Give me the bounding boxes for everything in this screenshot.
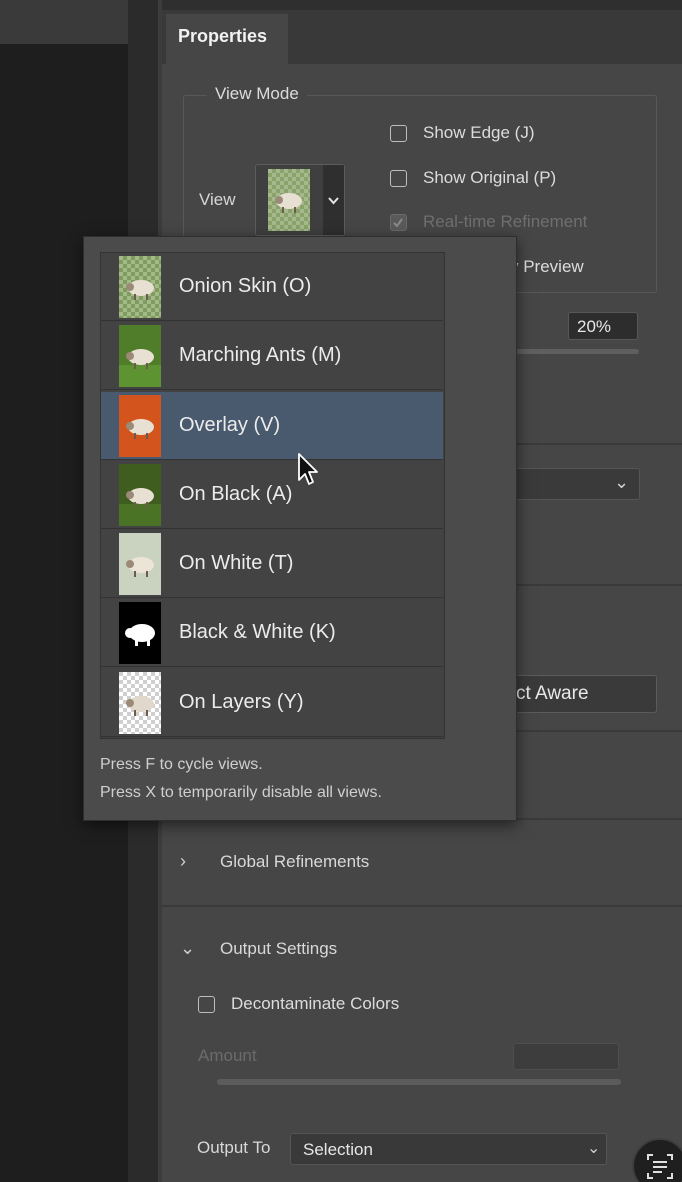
amount-label: Amount (198, 1046, 257, 1065)
realtime-refinement-label: Real-time Refinement (423, 212, 588, 231)
sheep-thumbnail-icon (268, 169, 310, 231)
amount-field (513, 1043, 619, 1070)
view-option-overlay[interactable]: Overlay (V) (101, 392, 443, 460)
view-option-on-white[interactable]: On White (T) (101, 530, 443, 598)
chevron-down-icon: ⌄ (587, 1140, 601, 1157)
overlay-thumbnail-icon (119, 394, 161, 457)
show-original-checkbox[interactable] (390, 169, 407, 187)
checkmark-icon (393, 217, 403, 228)
decontaminate-colors-checkbox[interactable] (198, 995, 215, 1013)
on-white-thumbnail-icon (119, 532, 161, 595)
show-edge-checkbox[interactable] (390, 124, 407, 142)
show-edge-label: Show Edge (J) (423, 123, 535, 142)
on-layers-thumbnail-icon (119, 671, 161, 734)
view-option-onion-skin[interactable]: Onion Skin (O) (101, 253, 443, 321)
view-option-label: Onion Skin (O) (179, 275, 312, 297)
view-label: View (199, 190, 236, 209)
view-option-marching-ants[interactable]: Marching Ants (M) (101, 322, 443, 390)
view-option-label: Marching Ants (M) (179, 344, 342, 366)
scan-text-icon (647, 1154, 673, 1179)
decontaminate-colors-label: Decontaminate Colors (231, 994, 400, 1013)
marching-ants-thumbnail-icon (119, 324, 161, 387)
scan-text-button[interactable] (632, 1138, 682, 1182)
decontaminate-colors-option[interactable]: Decontaminate Colors (198, 994, 399, 1014)
popup-hint-disable: Press X to temporarily disable all views… (100, 784, 382, 801)
mouse-cursor-icon (298, 453, 318, 485)
show-edge-option[interactable]: Show Edge (J) (390, 123, 535, 143)
transparency-slider[interactable] (515, 349, 639, 354)
show-original-option[interactable]: Show Original (P) (390, 168, 556, 188)
tab-properties[interactable]: Properties (166, 14, 288, 64)
output-to-select[interactable]: Selection (290, 1133, 607, 1165)
view-option-on-layers[interactable]: On Layers (Y) (101, 669, 443, 737)
view-option-black-and-white[interactable]: Black & White (K) (101, 599, 443, 667)
output-to-label: Output To (197, 1138, 271, 1157)
view-option-label: On White (T) (179, 552, 294, 574)
global-refinements-label: Global Refinements (220, 851, 370, 871)
high-quality-preview-label: y Preview (510, 257, 584, 276)
view-option-label: Black & White (K) (179, 621, 336, 643)
amount-slider (217, 1079, 621, 1085)
output-settings-label: Output Settings (220, 938, 338, 958)
chevron-down-icon (328, 197, 339, 205)
show-original-label: Show Original (P) (423, 168, 557, 187)
on-black-thumbnail-icon (119, 463, 161, 526)
view-option-label: On Black (A) (179, 483, 293, 505)
output-settings-section[interactable]: ⌄ Output Settings (180, 938, 337, 959)
view-mode-title: View Mode (207, 84, 307, 104)
chevron-right-icon: › (180, 851, 186, 871)
view-option-label: On Layers (Y) (179, 691, 304, 713)
panel-header-strip (162, 0, 682, 10)
realtime-refinement-checkbox (390, 213, 407, 231)
global-refinements-section[interactable]: › Global Refinements (180, 851, 369, 872)
canvas-top-bar (0, 0, 128, 44)
chevron-down-icon: ⌄ (180, 938, 196, 958)
transparency-percent-field[interactable]: 20% (568, 312, 638, 340)
popup-hint-cycle: Press F to cycle views. (100, 756, 263, 773)
chevron-down-icon: ⌄ (614, 472, 630, 492)
view-dropdown-button[interactable] (323, 165, 344, 235)
object-aware-button[interactable]: ct Aware (505, 675, 657, 713)
view-option-on-black[interactable]: On Black (A) (101, 461, 443, 529)
onion-skin-thumbnail-icon (119, 255, 161, 318)
section-divider (162, 905, 682, 907)
black-and-white-thumbnail-icon (119, 601, 161, 664)
realtime-refinement-option: Real-time Refinement (390, 212, 587, 232)
view-option-label: Overlay (V) (179, 414, 281, 436)
